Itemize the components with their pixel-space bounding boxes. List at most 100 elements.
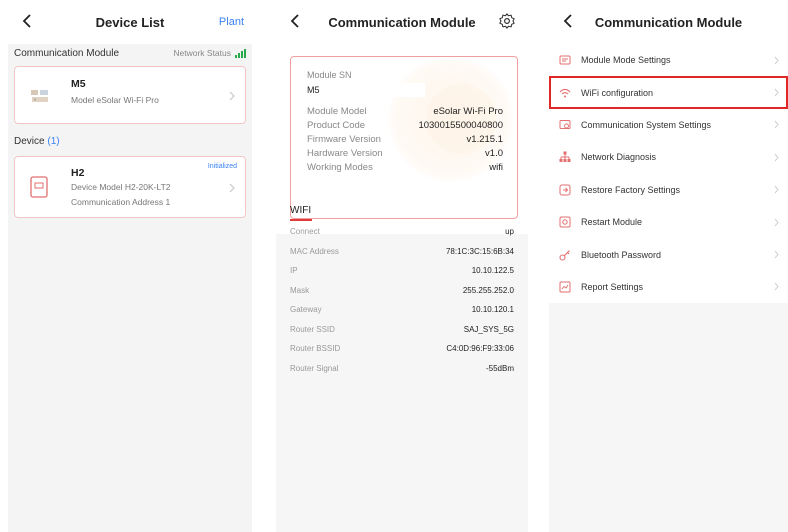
wifi-value: -55dBm: [485, 363, 514, 373]
menu-item-label: Bluetooth Password: [581, 249, 662, 260]
wifi-value: 10.10.122.5: [471, 266, 514, 276]
page-title: Communication Module: [328, 14, 476, 30]
settings-menu: Module Mode Settings WiFi configuration …: [549, 44, 788, 304]
chevron-right-icon: [774, 283, 779, 291]
wifi-key: Router Signal: [290, 363, 339, 373]
wifi-section-header: WIFI: [276, 200, 528, 222]
back-button[interactable]: [284, 10, 306, 32]
chevron-left-icon: [563, 14, 572, 28]
device-section-header: Device (1): [14, 136, 246, 150]
menu-item-wifi-configuration[interactable]: WiFi configuration: [549, 76, 788, 109]
menu-item-communication-system-settings[interactable]: Communication System Settings: [549, 109, 788, 141]
network-diagnosis-icon: [559, 151, 571, 163]
wifi-key: IP: [290, 266, 298, 276]
menu-item-restore-factory-settings[interactable]: Restore Factory Settings: [549, 174, 788, 206]
menu-item-network-diagnosis[interactable]: Network Diagnosis: [549, 141, 788, 173]
wifi-module-thumbnail-icon: [31, 90, 48, 102]
chevron-right-icon: [774, 153, 779, 162]
signal-strength-icon: [235, 48, 246, 58]
info-row: Working Modes wifi: [307, 162, 503, 173]
title-underline: [290, 219, 312, 221]
device-list-header: Device List Plant: [8, 0, 252, 44]
menu-item-label: Network Diagnosis: [581, 152, 657, 163]
module-sn-value: M5: [307, 83, 425, 97]
chevron-left-icon: [290, 14, 299, 28]
menu-item-label: Report Settings: [581, 281, 644, 292]
wifi-value: C4:0D:96:F9:33:06: [446, 344, 514, 354]
menu-item-restart-module[interactable]: Restart Module: [549, 206, 788, 238]
menu-item-label: Restart Module: [581, 217, 643, 228]
module-settings-screen: Communication Module Module Mode Setting…: [549, 0, 788, 532]
status-badge: Initialized: [207, 163, 237, 170]
key-icon: [559, 249, 571, 261]
network-status-label: Network Status: [173, 48, 231, 58]
chevron-right-icon: [229, 91, 235, 101]
info-key: Module Model: [307, 106, 367, 117]
back-button[interactable]: [557, 10, 579, 32]
wifi-value: 255.255.252.0: [462, 285, 514, 295]
wifi-key: MAC Address: [290, 246, 339, 256]
info-row: Hardware Version v1.0: [307, 148, 503, 159]
module-details-header: Communication Module: [276, 0, 528, 44]
chevron-right-icon: [229, 183, 235, 193]
gear-icon[interactable]: [498, 12, 516, 30]
module-card[interactable]: M5 Model eSolar Wi-Fi Pro: [14, 66, 246, 124]
wifi-key: Mask: [290, 285, 310, 295]
info-key: Product Code: [307, 120, 366, 131]
menu-item-module-mode-settings[interactable]: Module Mode Settings: [549, 44, 788, 76]
wifi-value: 78:1C:3C:15:6B:34: [445, 246, 514, 256]
module-mode-icon: [559, 54, 571, 66]
inverter-device-icon: [30, 176, 48, 198]
info-key: Firmware Version: [307, 134, 381, 145]
module-info-card: Module SN M5 Module Model eSolar Wi-Fi P…: [290, 56, 518, 219]
plant-link[interactable]: Plant: [219, 16, 244, 28]
module-sn-label: Module SN: [307, 70, 352, 80]
restart-icon: [559, 216, 571, 228]
info-value: 1030015500040800: [418, 120, 503, 131]
comm-system-icon: [559, 119, 571, 131]
module-settings-header: Communication Module: [549, 0, 788, 44]
menu-item-bluetooth-password[interactable]: Bluetooth Password: [549, 238, 788, 270]
info-row: Module Model eSolar Wi-Fi Pro: [307, 106, 503, 117]
report-icon: [559, 281, 571, 293]
module-details-screen: Communication Module Module SN M5 Module…: [276, 0, 528, 532]
wifi-icon: [559, 87, 571, 99]
menu-item-label: Restore Factory Settings: [581, 184, 681, 195]
chevron-right-icon: [774, 56, 779, 65]
wifi-row: Mask 255.255.252.0: [276, 281, 528, 301]
chevron-right-icon: [774, 88, 779, 97]
info-value: eSolar Wi-Fi Pro: [433, 106, 503, 117]
device-count: (1): [47, 136, 60, 147]
info-value: wifi: [489, 162, 503, 173]
info-value: v1.0: [485, 148, 503, 159]
comm-module-section-header: Communication Module Network Status: [14, 44, 246, 62]
page-title: Device List: [95, 14, 165, 30]
device-section-label: Device: [14, 136, 45, 147]
menu-item-report-settings[interactable]: Report Settings: [549, 271, 788, 303]
restore-icon: [559, 184, 571, 196]
chevron-right-icon: [774, 121, 779, 129]
device-card[interactable]: Initialized H2 Device Model H2-20K-LT2 C…: [14, 156, 246, 218]
chevron-right-icon: [774, 185, 779, 194]
wifi-row: Gateway 10.10.120.1: [276, 300, 528, 320]
back-button[interactable]: [16, 10, 38, 32]
info-key: Hardware Version: [307, 148, 383, 159]
device-model: Device Model H2-20K-LT2: [71, 182, 171, 192]
wifi-row: Connect up: [276, 222, 528, 242]
device-list-screen: Device List Plant Communication Module N…: [8, 0, 252, 532]
wifi-value: up: [505, 227, 514, 237]
wifi-section: WIFI Connect up MAC Address 78:1C:3C:15:6B…: [276, 200, 528, 378]
chevron-right-icon: [774, 250, 779, 259]
wifi-row: Router Signal -55dBm: [276, 359, 528, 379]
info-value: v1.215.1: [466, 134, 503, 145]
chevron-left-icon: [22, 14, 31, 28]
menu-item-label: Communication System Settings: [581, 119, 712, 130]
module-name: M5: [71, 78, 86, 90]
wifi-key: Gateway: [290, 305, 322, 315]
wifi-key: Connect: [290, 227, 320, 237]
wifi-row: MAC Address 78:1C:3C:15:6B:34: [276, 242, 528, 262]
section-label: Communication Module: [14, 47, 120, 59]
device-name: H2: [71, 167, 85, 179]
info-row: Firmware Version v1.215.1: [307, 134, 503, 145]
wifi-value: 10.10.120.1: [471, 305, 514, 315]
